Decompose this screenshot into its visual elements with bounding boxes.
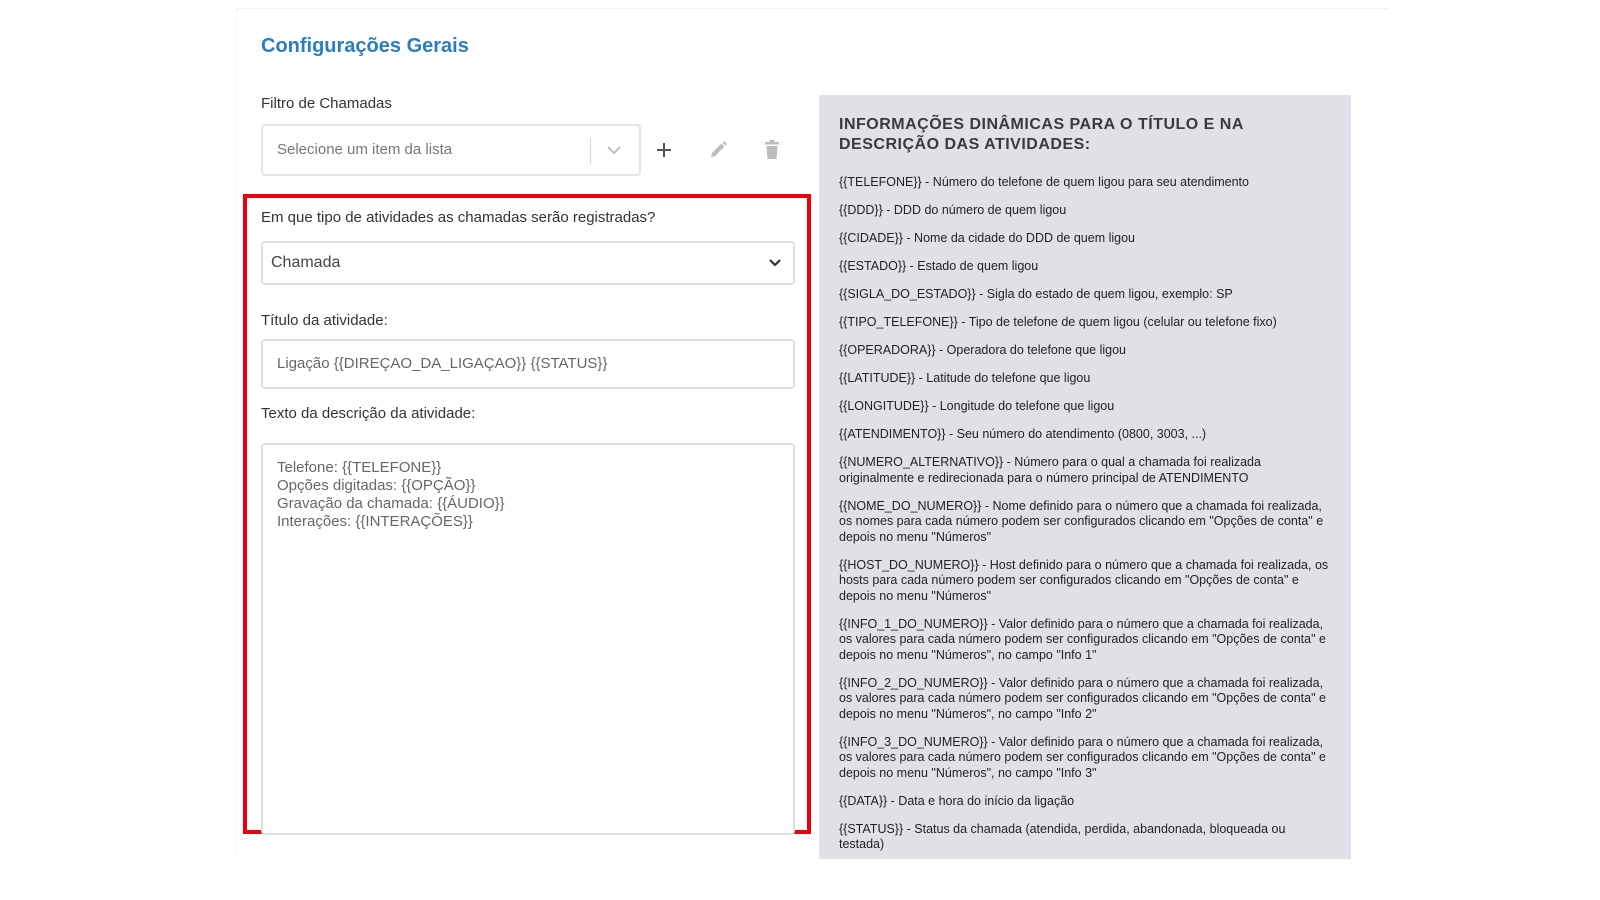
dynamic-info-panel[interactable]: INFORMAÇÕES DINÂMICAS PARA O TÍTULO E NA… [819, 95, 1351, 859]
info-item: {{INFO_1_DO_NUMERO}} - Valor definido pa… [839, 616, 1326, 662]
activity-title-label: Título da atividade: [261, 312, 388, 329]
edit-filter-button[interactable] [703, 137, 733, 167]
description-line: Gravação da chamada: {{ÁUDIO}} [277, 495, 505, 512]
info-item: {{DATA}} - Data e hora do início da liga… [839, 793, 1075, 808]
chevron-down-icon[interactable] [767, 255, 783, 271]
info-item: {{HOST_DO_NUMERO}} - Host definido para … [839, 557, 1329, 603]
info-item: {{LONGITUDE}} - Longitude do telefone qu… [839, 399, 1115, 413]
select-separator [590, 138, 591, 164]
info-panel-heading: INFORMAÇÕES DINÂMICAS PARA O TÍTULO E NA… [839, 116, 1244, 153]
plus-icon [654, 140, 674, 165]
activity-title-input[interactable]: Ligação {{DIREÇAO_DA_LIGAÇAO}} {{STATUS}… [261, 339, 795, 389]
section-title: Configurações Gerais [261, 35, 469, 57]
info-item: {{TIPO_TELEFONE}} - Tipo de telefone de … [839, 315, 1277, 329]
info-item: {{TELEFONE}} - Número do telefone de que… [839, 175, 1249, 189]
info-item: {{INFO_3_DO_NUMERO}} - Valor definido pa… [839, 734, 1326, 780]
info-item: {{NUMERO_ALTERNATIVO}} - Número para o q… [839, 455, 1261, 485]
info-item: {{NOME_DO_NUMERO}} - Nome definido para … [839, 498, 1324, 544]
activity-type-label: Em que tipo de atividades as chamadas se… [261, 209, 656, 226]
call-filter-placeholder: Selecione um item da lista [277, 141, 453, 158]
chevron-down-icon[interactable] [605, 141, 623, 159]
general-settings-card: Configurações Gerais Filtro de Chamadas … [236, 8, 1389, 859]
description-line: Opções digitadas: {{OPÇÃO}} [277, 477, 476, 494]
call-filter-select[interactable]: Selecione um item da lista [261, 124, 641, 176]
info-item: {{OPERADORA}} - Operadora do telefone qu… [839, 343, 1126, 357]
info-item: {{LATITUDE}} - Latitude do telefone que … [839, 371, 1091, 385]
info-item: {{SIGLA_DO_ESTADO}} - Sigla do estado de… [839, 287, 1233, 301]
info-item: {{INFO_2_DO_NUMERO}} - Valor definido pa… [839, 675, 1326, 721]
add-filter-button[interactable] [649, 137, 679, 167]
activity-description-textarea[interactable]: Telefone: {{TELEFONE}} Opções digitadas:… [261, 443, 795, 835]
info-item: {{CIDADE}} - Nome da cidade do DDD de qu… [839, 231, 1135, 245]
activity-description-label: Texto da descrição da atividade: [261, 405, 476, 422]
info-item: {{ATENDIMENTO}} - Seu número do atendime… [839, 427, 1207, 441]
call-filter-label: Filtro de Chamadas [261, 95, 392, 112]
info-item: {{ESTADO}} - Estado de quem ligou [839, 259, 1039, 273]
description-line: Interações: {{INTERAÇÕES}} [277, 513, 473, 530]
pencil-icon [707, 139, 729, 166]
delete-filter-button[interactable] [757, 137, 787, 167]
description-line: Telefone: {{TELEFONE}} [277, 459, 442, 476]
info-item: {{STATUS}} - Status da chamada (atendida… [839, 821, 1286, 852]
trash-icon [762, 139, 782, 166]
activity-type-value: Chamada [271, 254, 341, 271]
activity-type-select[interactable]: Chamada [261, 241, 795, 285]
info-item: {{DDD}} - DDD do número de quem ligou [839, 203, 1067, 217]
